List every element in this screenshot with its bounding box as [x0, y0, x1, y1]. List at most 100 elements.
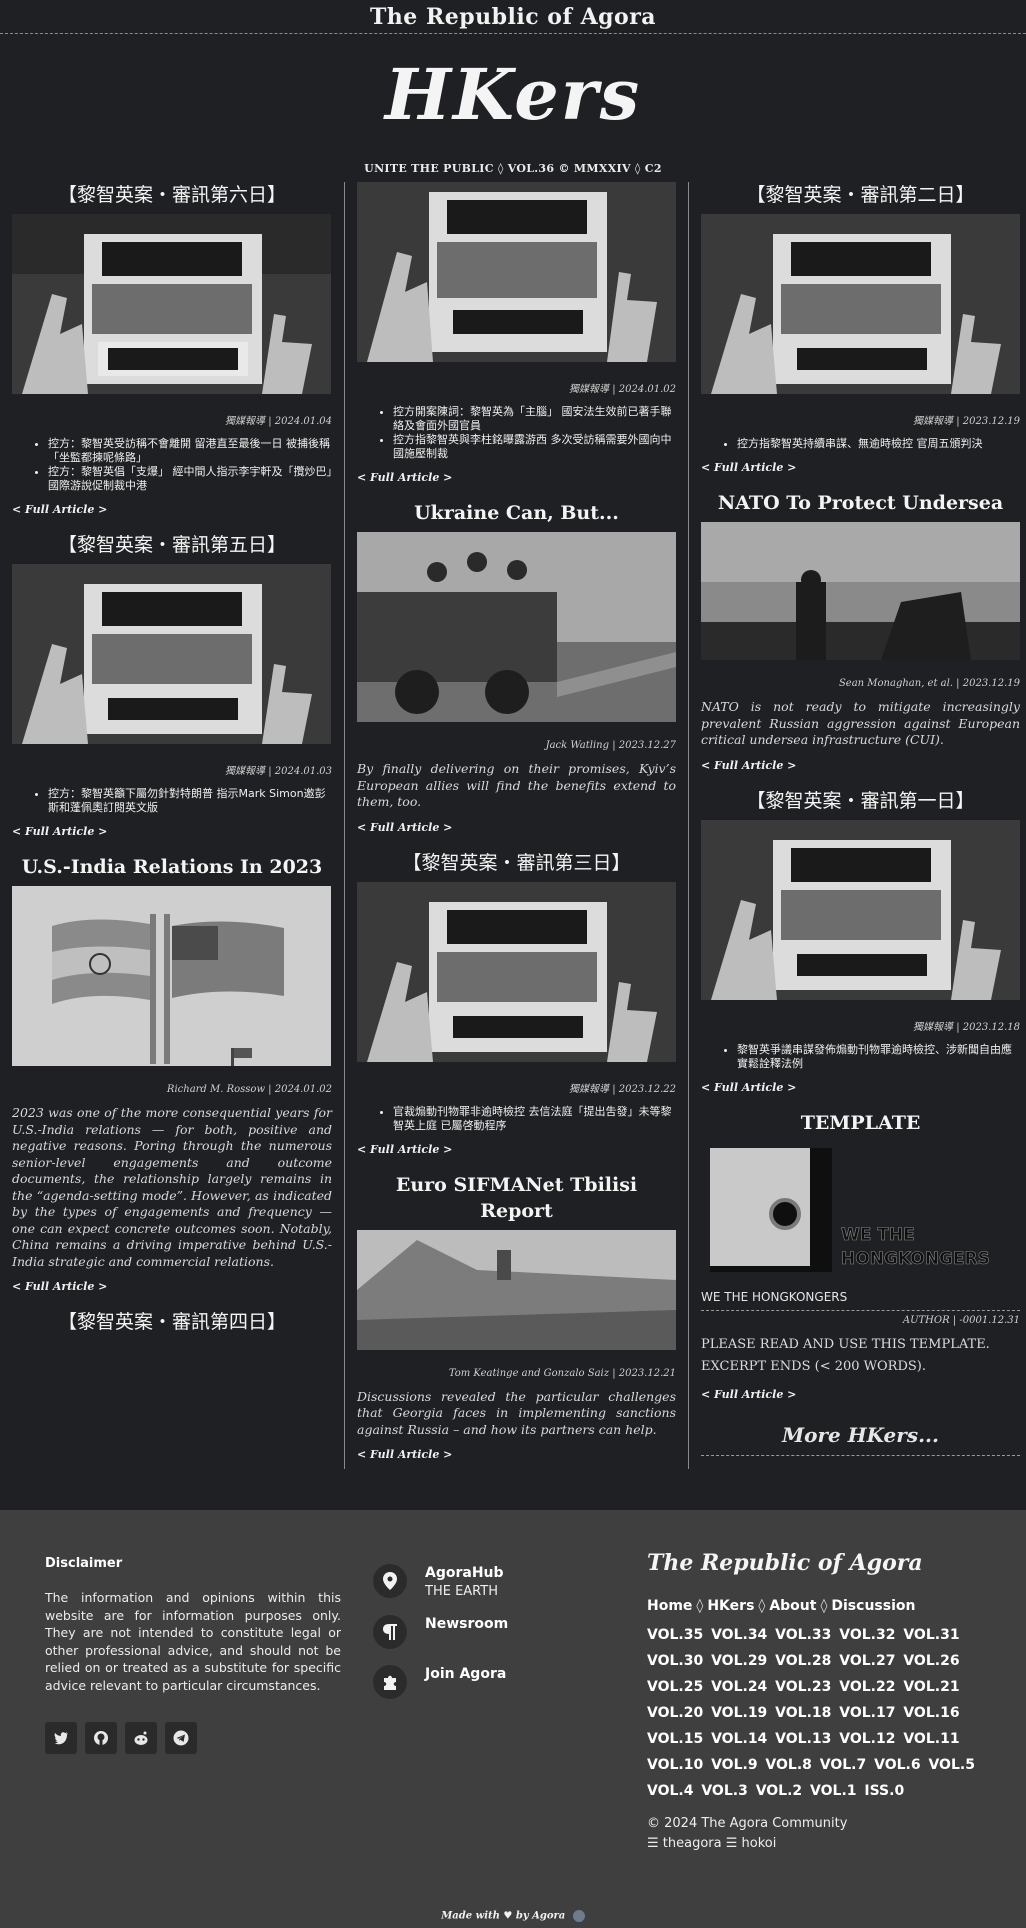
github-icon[interactable] — [85, 1722, 117, 1754]
made-with-credit: Made with ♥ by Agora — [0, 1910, 1026, 1922]
article-bullets: 控方開案陳詞：黎智英為「主腦」 國安法生效前已著手聯絡及會面外國官員 控方指黎智… — [393, 405, 676, 461]
article-byline: Sean Monaghan, et al. | 2023.12.19 — [838, 678, 1020, 689]
made-with-text: Made with ♥ by Agora — [441, 1910, 566, 1922]
footer-link-label: AgoraHub — [425, 1565, 504, 1581]
article-title[interactable]: 【黎智英案・審訊第三日】 — [357, 850, 676, 876]
article-title[interactable]: NATO To Protect Undersea — [701, 490, 1020, 516]
article-byline: Richard M. Rossow | 2024.01.02 — [166, 1084, 332, 1095]
disclaimer-text: The information and opinions within this… — [45, 1590, 341, 1693]
template-body: PLEASE READ AND USE THIS TEMPLATE. EXCER… — [701, 1334, 1020, 1378]
disclaimer: Disclaimer The information and opinions … — [45, 1556, 341, 1694]
article-byline: AUTHOR | -0001.12.31 — [902, 1314, 1020, 1326]
soldiers-vehicle-photo[interactable] — [357, 532, 676, 722]
article-title[interactable]: 【黎智英案・審訊第五日】 — [12, 532, 332, 558]
article-excerpt: By finally delivering on their promises,… — [357, 761, 676, 809]
nav-hkers[interactable]: HKers — [707, 1598, 754, 1614]
india-us-flags-illustration[interactable] — [12, 886, 331, 1066]
bullet-item: 官裁煽動刊物罪非逾時檢控 去信法庭「提出吿發」未等黎智英上庭 已屬啓動程序 — [393, 1105, 676, 1133]
bullet-item: 黎智英爭議串謀發佈煽動刊物罪逾時檢控、涉新聞自由應實鬆詮釋法例 — [737, 1043, 1020, 1071]
article-excerpt: Discussions revealed the particular chal… — [357, 1388, 676, 1437]
bullet-item: 控方：黎智英倡「支爆」 經中間人指示李宇軒及「攬炒巴」國際游說促制裁中港 — [48, 465, 332, 493]
article-byline: 獨媒報導 | 2023.12.22 — [569, 1083, 676, 1095]
article-title[interactable]: 【黎智英案・審訊第一日】 — [701, 788, 1020, 814]
newspaper-protest-photo[interactable] — [701, 819, 1020, 1000]
bullet-item: 控方指黎智英持續串謀、無逾時檢控 官周五頒判決 — [737, 437, 1020, 451]
article-byline: Jack Watling | 2023.12.27 — [545, 740, 676, 751]
join-agora-link[interactable]: Join Agora — [373, 1665, 508, 1699]
article-title[interactable]: Ukraine Can, But... — [357, 500, 676, 526]
article-card: NATO To Protect Undersea Sean Monaghan, … — [701, 490, 1020, 772]
site-title[interactable]: The Republic of Agora — [370, 4, 656, 30]
footer-link-sub: THE EARTH — [425, 1584, 498, 1599]
article-title[interactable]: Euro SIFMANet Tbilisi Report — [357, 1172, 676, 1224]
reddit-icon[interactable] — [125, 1722, 157, 1754]
article-title[interactable]: 【黎智英案・審訊第二日】 — [701, 182, 1020, 208]
more-hkers-link[interactable]: More HKers... — [701, 1423, 1020, 1456]
column-right: 【黎智英案・審訊第二日】 獨媒報導 | 2023.12.19 控方指黎智英持續串… — [688, 182, 1020, 1469]
full-article-link[interactable]: < Full Article > — [12, 1280, 332, 1293]
masthead: HKers UNITE THE PUBLIC ◊ VOL.36 © MMXXIV… — [0, 34, 1026, 175]
agorahub-link[interactable]: AgoraHub THE EARTH — [373, 1564, 508, 1599]
logo-text-line2: HONGKONGERS — [841, 1249, 990, 1269]
community-handles[interactable]: ☰ theagora ☰ hokoi — [647, 1834, 987, 1854]
template-body-line: PLEASE READ AND USE THIS TEMPLATE. — [701, 1336, 990, 1352]
nav-about[interactable]: About — [769, 1598, 816, 1614]
nav-separator: ◊ — [696, 1598, 704, 1614]
location-pin-icon — [373, 1564, 407, 1598]
article-title[interactable]: 【黎智英案・審訊第四日】 — [12, 1309, 332, 1335]
footer-navigation: The Republic of Agora Home ◊ HKers ◊ About ◊ D… — [647, 1550, 987, 1854]
twitter-icon[interactable] — [45, 1722, 77, 1754]
hkers-logo[interactable]: HKers — [0, 52, 1026, 138]
we-the-hongkongers-logo[interactable]: WE THE HONGKONGERS — [701, 1141, 1020, 1282]
top-bar: The Republic of Agora — [0, 0, 1026, 34]
copyright: © 2024 The Agora Community ☰ theagora ☰ … — [647, 1814, 987, 1854]
article-title[interactable]: 【黎智英案・審訊第六日】 — [12, 182, 332, 208]
article-card: 【黎智英案・審訊第六日】 獨媒報導 | 2024.01.04 控方：黎智英受訪稱… — [12, 182, 332, 516]
newspaper-protest-photo[interactable] — [701, 214, 1020, 394]
footer-links: AgoraHub THE EARTH Newsroom Join Agora — [373, 1564, 508, 1715]
issue-tagline: UNITE THE PUBLIC ◊ VOL.36 © MMXXIV ◊ C2 — [364, 162, 662, 175]
template-body-line: EXCERPT ENDS (< 200 WORDS). — [701, 1358, 926, 1374]
article-title[interactable]: TEMPLATE — [701, 1110, 1020, 1136]
telegram-icon[interactable] — [165, 1722, 197, 1754]
article-grid: 【黎智英案・審訊第六日】 獨媒報導 | 2024.01.04 控方：黎智英受訪稱… — [12, 182, 1020, 1469]
nav-home[interactable]: Home — [647, 1598, 692, 1614]
article-byline: 獨媒報導 | 2024.01.04 — [225, 416, 332, 427]
article-card: Ukraine Can, But... Jack Watling | 2023.… — [357, 500, 676, 834]
newspaper-protest-photo[interactable] — [357, 182, 676, 362]
full-article-link[interactable]: < Full Article > — [357, 471, 676, 484]
pilcrow-icon — [373, 1615, 407, 1649]
full-article-link[interactable]: < Full Article > — [701, 1081, 1020, 1094]
bullet-item: 控方開案陳詞：黎智英為「主腦」 國安法生效前已著手聯絡及會面外國官員 — [393, 405, 676, 433]
article-bullets: 控方：黎智英籲下屬勿針對特朗普 指示Mark Simon邀彭斯和蓬佩奧訂閱英文版 — [48, 787, 332, 815]
full-article-link[interactable]: < Full Article > — [12, 825, 332, 838]
newspaper-protest-photo[interactable] — [12, 214, 331, 394]
article-card: U.S.-India Relations In 2023 Richard M. … — [12, 854, 332, 1293]
tbilisi-city-photo[interactable] — [357, 1229, 676, 1350]
copyright-text: © 2024 The Agora Community — [647, 1816, 848, 1831]
nav-separator: ◊ — [758, 1598, 766, 1614]
footer-brand[interactable]: The Republic of Agora — [647, 1550, 987, 1576]
article-card: 【黎智英案・審訊第五日】 獨媒報導 | 2024.01.03 控方：黎智英籲下屬… — [12, 532, 332, 838]
full-article-link[interactable]: < Full Article > — [357, 1448, 676, 1461]
globe-icon — [572, 1910, 585, 1922]
full-article-link[interactable]: < Full Article > — [357, 821, 676, 834]
newspaper-protest-photo[interactable] — [357, 881, 676, 1062]
full-article-link[interactable]: < Full Article > — [357, 1143, 676, 1156]
newsroom-link[interactable]: Newsroom — [373, 1615, 508, 1649]
full-article-link[interactable]: < Full Article > — [701, 759, 1020, 772]
volume-links[interactable]: VOL.35 VOL.34 VOL.33 VOL.32 VOL.31 VOL.3… — [647, 1622, 987, 1804]
nav-discussion[interactable]: Discussion — [831, 1598, 915, 1614]
article-byline: 獨媒報導 | 2023.12.19 — [913, 416, 1020, 427]
bullet-item: 控方：黎智英籲下屬勿針對特朗普 指示Mark Simon邀彭斯和蓬佩奧訂閱英文版 — [48, 787, 332, 815]
full-article-link[interactable]: < Full Article > — [701, 1388, 1020, 1401]
full-article-link[interactable]: < Full Article > — [12, 503, 332, 516]
article-card: 獨媒報導 | 2024.01.02 控方開案陳詞：黎智英為「主腦」 國安法生效前… — [357, 182, 676, 484]
article-title[interactable]: U.S.-India Relations In 2023 — [12, 854, 332, 880]
social-icons — [45, 1722, 197, 1754]
logo-text-line1: WE THE — [841, 1225, 915, 1245]
full-article-link[interactable]: < Full Article > — [701, 461, 1020, 474]
newspaper-protest-photo[interactable] — [12, 564, 331, 744]
article-bullets: 官裁煽動刊物罪非逾時檢控 去信法庭「提出吿發」未等黎智英上庭 已屬啓動程序 — [393, 1105, 676, 1133]
ship-binoculars-photo[interactable] — [701, 522, 1020, 660]
